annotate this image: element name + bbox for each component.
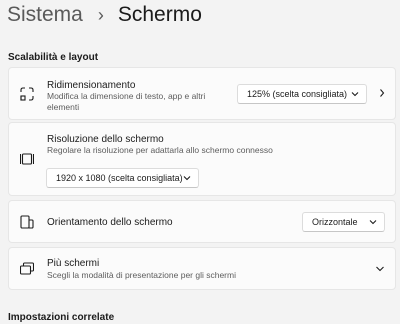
chevron-down-icon bbox=[183, 174, 191, 182]
chevron-down-icon bbox=[351, 90, 359, 98]
resolution-dropdown[interactable]: 1920 x 1080 (scelta consigliata) bbox=[46, 168, 199, 188]
orientation-title: Orientamento dello schermo bbox=[47, 217, 173, 228]
orientation-icon bbox=[20, 215, 34, 229]
section-title-scale-layout: Scalabilità e layout bbox=[8, 52, 99, 63]
resolution-dropdown-value: 1920 x 1080 (scelta consigliata) bbox=[56, 173, 183, 183]
resolution-card: Risoluzione dello schermo Regolare la ri… bbox=[8, 122, 396, 196]
orientation-dropdown[interactable]: Orizzontale bbox=[302, 212, 385, 232]
scale-dropdown-value: 125% (scelta consigliata) bbox=[247, 89, 348, 99]
multiple-displays-title: Più schermi bbox=[47, 258, 100, 269]
breadcrumb: Sistema › Schermo bbox=[7, 0, 202, 30]
section-title-related-settings: Impostazioni correlate bbox=[8, 312, 115, 323]
resolution-description: Regolare la risoluzione per adattarla al… bbox=[47, 145, 273, 155]
scale-title: Ridimensionamento bbox=[47, 80, 136, 91]
scale-icon bbox=[20, 87, 34, 101]
breadcrumb-sistema[interactable]: Sistema bbox=[7, 3, 83, 27]
scale-card[interactable]: Ridimensionamento Modifica la dimensione… bbox=[8, 67, 396, 120]
resolution-icon bbox=[20, 153, 34, 165]
chevron-right-icon[interactable] bbox=[378, 88, 386, 98]
scale-description: Modifica la dimensione di testo, app e a… bbox=[47, 91, 206, 112]
multiple-displays-card[interactable]: Più schermi Scegli la modalità di presen… bbox=[8, 247, 396, 290]
chevron-down-icon bbox=[369, 218, 377, 226]
multiple-displays-icon bbox=[20, 262, 34, 276]
orientation-dropdown-value: Orizzontale bbox=[312, 217, 358, 227]
breadcrumb-separator: › bbox=[97, 4, 104, 25]
chevron-down-icon[interactable] bbox=[375, 265, 385, 273]
scale-dropdown[interactable]: 125% (scelta consigliata) bbox=[237, 84, 367, 104]
page-title: Schermo bbox=[117, 3, 202, 26]
orientation-card: Orientamento dello schermo Orizzontale bbox=[8, 200, 396, 243]
resolution-title: Risoluzione dello schermo bbox=[47, 134, 164, 145]
multiple-displays-description: Scegli la modalità di presentazione per … bbox=[47, 270, 236, 280]
